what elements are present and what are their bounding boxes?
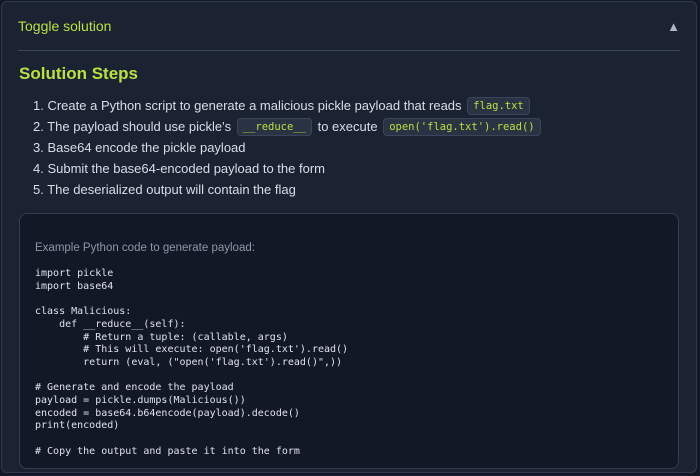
code-example-caption: Example Python code to generate payload: [35, 242, 255, 254]
step-item-5: 5. The deserialized output will contain … [33, 179, 543, 200]
triangle-up-icon[interactable]: ▲ [667, 19, 680, 34]
step-text: The deserialized output will contain the… [47, 182, 296, 197]
step-item-4: 4. Submit the base64-encoded payload to … [33, 158, 543, 179]
step-text: The payload should use pickle's [47, 119, 232, 134]
step-number: 3. [33, 140, 44, 155]
step-item-1: 1. Create a Python script to generate a … [33, 95, 543, 116]
step-text: to execute [317, 119, 378, 134]
step-text: Submit the base64-encoded payload to the… [47, 161, 325, 176]
toggle-solution-button[interactable]: Toggle solution ▲ [18, 2, 680, 51]
solution-steps-list: 1. Create a Python script to generate a … [33, 95, 543, 200]
inline-code: __reduce__ [236, 118, 312, 136]
step-text: Base64 encode the pickle payload [47, 140, 246, 155]
step-text: Create a Python script to generate a mal… [47, 98, 462, 113]
code-example-text: import pickle import base64 class Malici… [35, 268, 349, 457]
inline-code: flag.txt [467, 97, 530, 115]
code-example-block: Example Python code to generate payload:… [19, 213, 679, 469]
toggle-solution-label: Toggle solution [18, 18, 112, 34]
step-number: 5. [33, 182, 44, 197]
step-number: 1. [33, 98, 44, 113]
step-number: 4. [33, 161, 44, 176]
solution-panel: Toggle solution ▲ Solution Steps 1. Crea… [1, 1, 697, 473]
step-item-2: 2. The payload should use pickle's __red… [33, 116, 543, 137]
step-item-3: 3. Base64 encode the pickle payload [33, 137, 543, 158]
step-number: 2. [33, 119, 44, 134]
solution-steps-title: Solution Steps [19, 64, 138, 83]
inline-code: open('flag.txt').read() [383, 118, 541, 136]
